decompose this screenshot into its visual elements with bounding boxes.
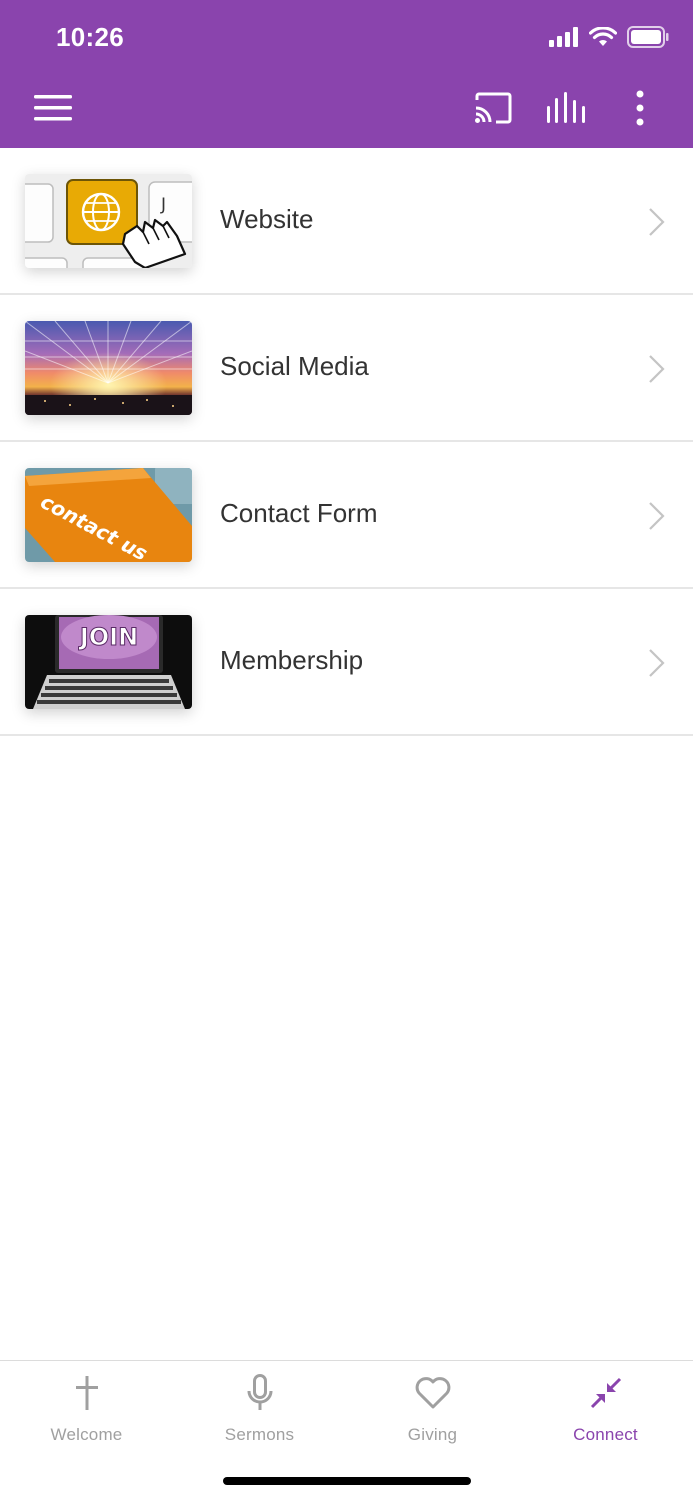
hamburger-icon — [34, 94, 72, 127]
sunset-network-image — [25, 321, 192, 415]
cast-button[interactable] — [469, 88, 517, 132]
cellular-signal-icon — [549, 26, 579, 52]
list-item-membership[interactable]: JOIN Membership — [0, 589, 693, 736]
audio-button[interactable] — [542, 88, 590, 132]
more-options-button[interactable] — [616, 88, 664, 132]
list-item-label: Website — [220, 204, 314, 234]
status-time: 10:26 — [56, 22, 124, 52]
wifi-icon — [588, 25, 618, 52]
microphone-icon — [240, 1373, 280, 1413]
hamburger-menu-button[interactable] — [29, 88, 77, 132]
heart-icon — [413, 1373, 453, 1413]
home-indicator — [223, 1477, 471, 1485]
tab-label: Connect — [573, 1425, 638, 1444]
tab-label: Welcome — [50, 1425, 123, 1444]
tab-connect[interactable]: Connect — [519, 1373, 692, 1453]
list-item-website[interactable]: J Website — [0, 148, 693, 295]
list-item-contact-form[interactable]: contact us Contact Form — [0, 442, 693, 589]
tab-giving[interactable]: Giving — [346, 1373, 519, 1453]
chevron-right-icon — [647, 647, 667, 679]
thumb-join-label: JOIN — [78, 623, 138, 651]
audio-bars-icon — [546, 91, 586, 129]
connect-list: J Website Social Media contact us Contac… — [0, 148, 693, 736]
globe-key-image: J — [25, 174, 192, 268]
tab-sermons[interactable]: Sermons — [173, 1373, 346, 1453]
battery-icon — [627, 25, 669, 53]
chevron-right-icon — [647, 206, 667, 238]
cast-icon — [474, 92, 512, 129]
thumb-key-label: J — [160, 195, 166, 215]
tab-welcome[interactable]: Welcome — [0, 1373, 173, 1453]
list-item-label: Membership — [220, 645, 364, 675]
join-laptop-image: JOIN — [25, 615, 192, 709]
list-item-label: Contact Form — [220, 498, 378, 528]
tab-label: Giving — [407, 1425, 458, 1444]
list-item-label: Social Media — [220, 351, 369, 381]
app-header: 10:26 — [0, 0, 693, 148]
tab-label: Sermons — [224, 1425, 295, 1444]
list-item-social-media[interactable]: Social Media — [0, 295, 693, 442]
more-vertical-icon — [635, 90, 645, 131]
status-icons — [549, 25, 669, 53]
cross-icon — [67, 1373, 107, 1413]
contact-us-key-image: contact us — [25, 468, 192, 562]
chevron-right-icon — [647, 500, 667, 532]
chevron-right-icon — [647, 353, 667, 385]
connect-arrows-icon — [586, 1373, 626, 1413]
